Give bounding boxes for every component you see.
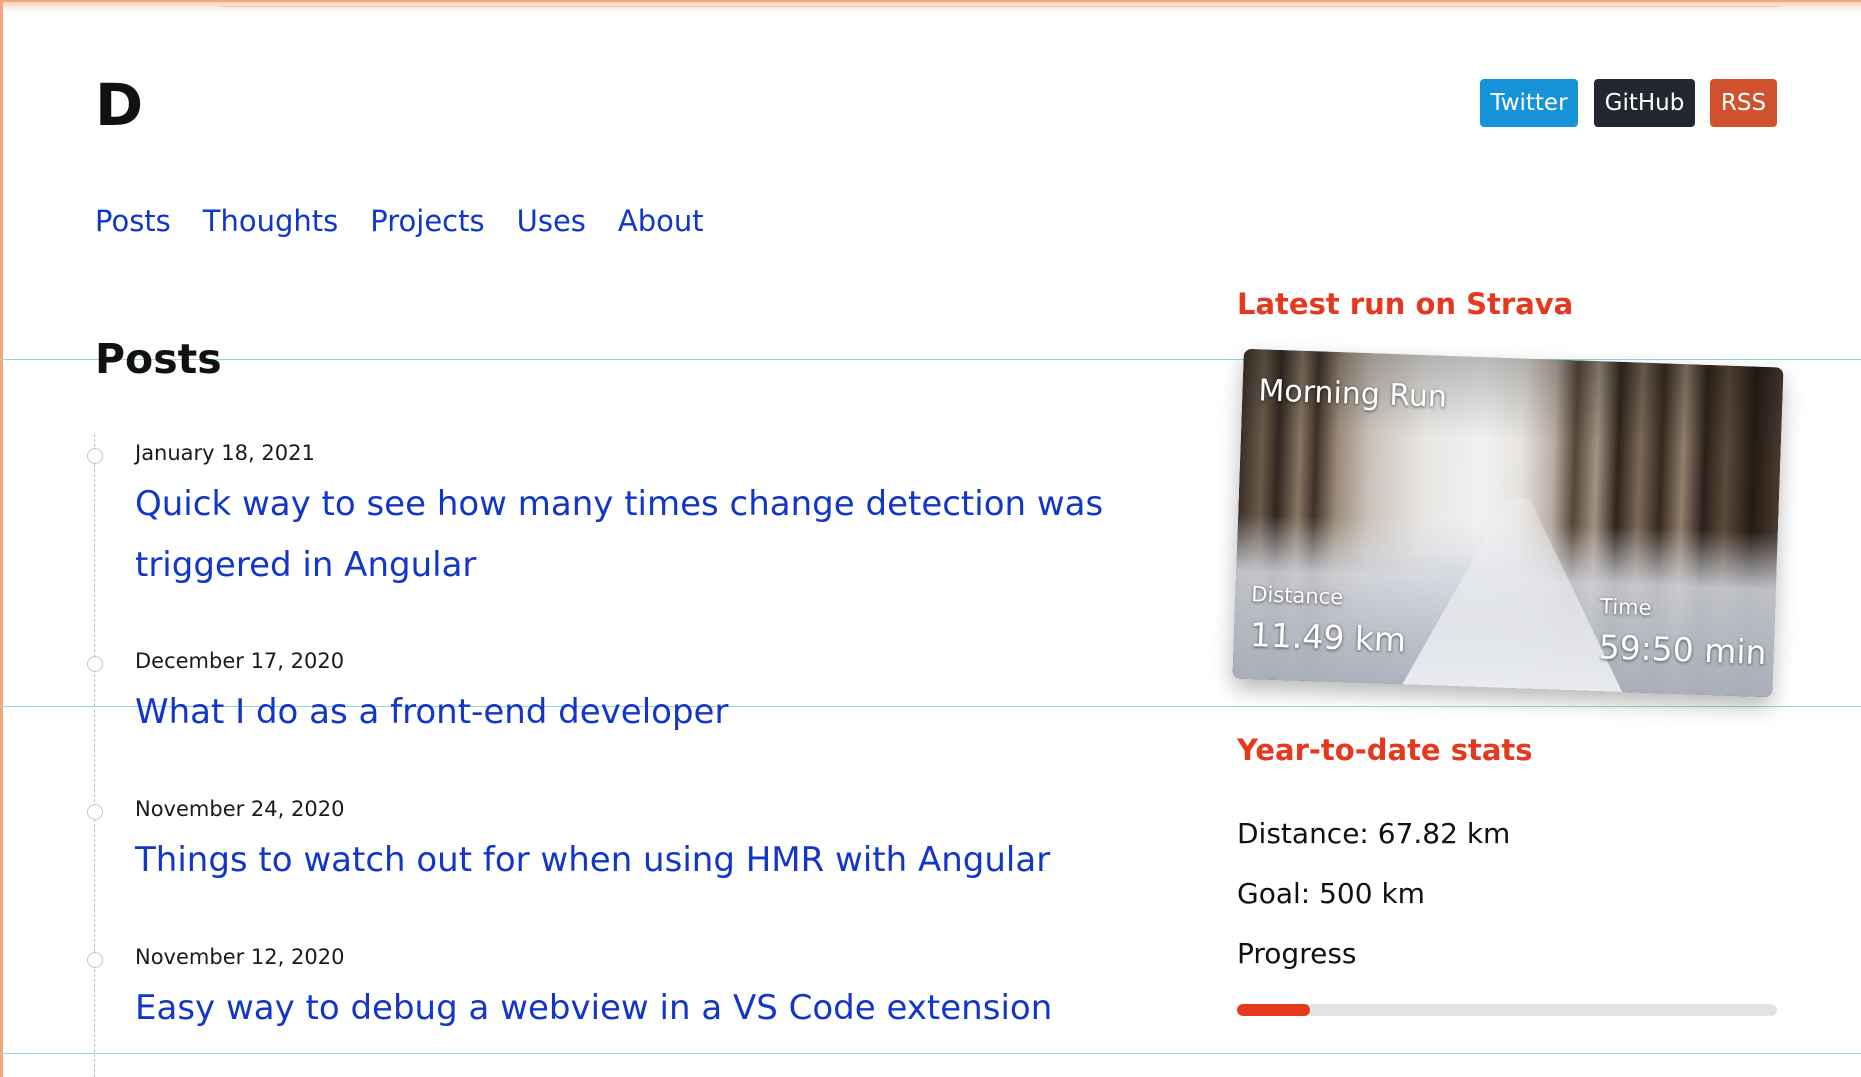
- nav-item-thoughts[interactable]: Thoughts: [203, 198, 338, 244]
- guide-line: [0, 1053, 1861, 1054]
- ytd-progress-bar: [1237, 1004, 1777, 1016]
- run-title: Morning Run: [1257, 373, 1448, 415]
- nav-item-projects[interactable]: Projects: [370, 198, 484, 244]
- ytd-distance: Distance: 67.82 km: [1237, 817, 1511, 850]
- post-date: January 18, 2021: [135, 441, 315, 465]
- timeline-dot: [87, 656, 103, 672]
- page: D Twitter GitHub RSS Posts Thoughts Proj…: [0, 0, 1861, 1077]
- timeline-dot: [87, 448, 103, 464]
- page-title: Posts: [95, 335, 222, 383]
- ytd-progress-label: Progress: [1237, 937, 1357, 970]
- main-nav: Posts Thoughts Projects Uses About: [95, 198, 704, 244]
- post-date: November 12, 2020: [135, 945, 345, 969]
- strava-run-card[interactable]: Morning Run Distance 11.49 km Time 59:50…: [1232, 348, 1784, 698]
- run-time-label: Time: [1599, 594, 1652, 621]
- rss-button[interactable]: RSS: [1710, 79, 1777, 127]
- nav-item-about[interactable]: About: [618, 198, 704, 244]
- browser-frame-left: [0, 0, 3, 1077]
- run-distance-value: 11.49 km: [1249, 615, 1407, 660]
- browser-frame-tab-edge: [220, 0, 1780, 7]
- nav-item-posts[interactable]: Posts: [95, 198, 171, 244]
- site-logo[interactable]: D: [95, 70, 143, 140]
- post-title-link[interactable]: What I do as a front-end developer: [135, 682, 1225, 743]
- ytd-progress-fill: [1237, 1004, 1311, 1016]
- ytd-goal: Goal: 500 km: [1237, 877, 1425, 910]
- latest-run-heading: Latest run on Strava: [1237, 287, 1574, 321]
- twitter-button[interactable]: Twitter: [1480, 79, 1578, 127]
- run-time-value: 59:50 min: [1598, 627, 1768, 673]
- post-date: November 24, 2020: [135, 797, 345, 821]
- nav-item-uses[interactable]: Uses: [517, 198, 586, 244]
- timeline-line: [94, 434, 95, 1077]
- timeline-dot: [87, 952, 103, 968]
- post-title-link[interactable]: Quick way to see how many times change d…: [135, 474, 1225, 596]
- post-title-link[interactable]: Easy way to debug a webview in a VS Code…: [135, 978, 1225, 1039]
- run-distance-label: Distance: [1250, 582, 1344, 610]
- post-title-link[interactable]: Things to watch out for when using HMR w…: [135, 830, 1225, 891]
- github-button[interactable]: GitHub: [1594, 79, 1695, 127]
- timeline-dot: [87, 804, 103, 820]
- post-date: December 17, 2020: [135, 649, 345, 673]
- ytd-stats-heading: Year-to-date stats: [1237, 733, 1533, 767]
